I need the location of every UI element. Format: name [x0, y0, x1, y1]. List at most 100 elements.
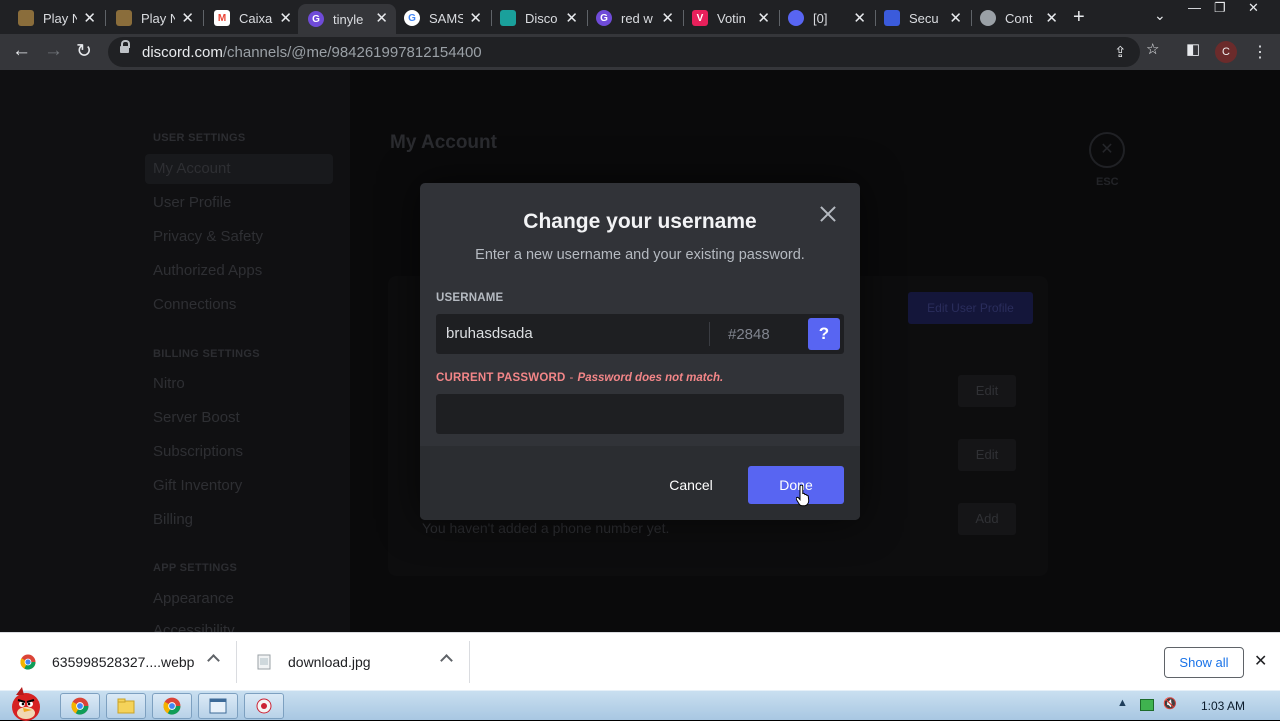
chrome-file-icon [20, 654, 36, 670]
taskbar-app-icon[interactable] [244, 693, 284, 719]
discriminator-text: #2848 [728, 326, 770, 343]
download-item[interactable]: 635998528327....webp [20, 633, 194, 691]
browser-tab[interactable]: Cont ✕ [970, 4, 1066, 32]
download-item[interactable]: download.jpg [256, 633, 371, 691]
chevron-up-icon[interactable] [208, 653, 218, 663]
sidebar-item-my-account[interactable]: My Account [145, 154, 333, 184]
username-field[interactable]: bruhasdsada #2848 ? [436, 314, 844, 354]
angry-bird-start-icon[interactable] [2, 685, 50, 721]
sidebar-item-user-profile[interactable]: User Profile [153, 194, 231, 211]
tab-close-icon[interactable]: ✕ [565, 9, 578, 27]
settings-sidebar: USER SETTINGS My Account User Profile Pr… [0, 70, 350, 632]
browser-tab[interactable]: [0] ✕ [778, 4, 874, 32]
tray-expand-icon[interactable]: ▲ [1117, 697, 1128, 709]
minimize-icon[interactable]: — [1188, 0, 1201, 20]
browser-tab[interactable]: M Caixa ✕ [204, 4, 300, 32]
browser-toolbar: ← → ↻ discord.com/channels/@me/984261997… [0, 34, 1280, 70]
browser-tab[interactable]: V Votin ✕ [682, 4, 778, 32]
change-username-modal: Change your username Enter a new usernam… [420, 183, 860, 520]
clock[interactable]: 1:03 AM [1201, 699, 1245, 713]
gmail-favicon-icon: M [214, 10, 230, 26]
cancel-button[interactable]: Cancel [660, 466, 722, 504]
tinylink-favicon-icon: G [308, 11, 324, 27]
gamepad-favicon-icon [18, 10, 34, 26]
browser-tab[interactable]: G red w ✕ [586, 4, 682, 32]
reload-icon[interactable]: ↻ [76, 40, 92, 63]
profile-avatar[interactable]: C [1215, 41, 1237, 63]
gamepad-favicon-icon [116, 10, 132, 26]
browser-tab[interactable]: Secu ✕ [874, 4, 970, 32]
browser-tab[interactable]: Disco ✕ [490, 4, 586, 32]
download-shelf: 635998528327....webp download.jpg Show a… [0, 632, 1280, 690]
image-file-icon [257, 654, 271, 670]
close-icon[interactable]: ✕ [1254, 651, 1267, 671]
username-input[interactable]: bruhasdsada [446, 325, 533, 342]
sidebar-item-subscriptions[interactable]: Subscriptions [153, 443, 243, 460]
new-tab-icon[interactable]: + [1073, 6, 1085, 29]
esc-label: ESC [1096, 176, 1119, 188]
edit-user-profile-button[interactable]: Edit User Profile [908, 292, 1033, 324]
share-icon[interactable]: ⇪ [1114, 43, 1127, 61]
browser-tab-active[interactable]: G tinyle ✕ [298, 4, 396, 34]
sidebar-item-gift-inventory[interactable]: Gift Inventory [153, 477, 242, 494]
modal-footer: Cancel Done [420, 446, 860, 520]
google-favicon-icon: G [404, 10, 420, 26]
taskbar-chrome-icon[interactable] [60, 693, 100, 719]
taskbar: ▲ 🔇 1:03 AM [0, 687, 1280, 721]
sidebar-item-server-boost[interactable]: Server Boost [153, 409, 240, 426]
forward-arrow-icon[interactable]: → [44, 40, 63, 62]
bookmark-star-icon[interactable]: ☆ [1146, 40, 1159, 58]
volume-muted-icon[interactable]: 🔇 [1163, 697, 1177, 710]
phone-note: You haven't added a phone number yet. [422, 520, 670, 536]
tab-close-icon[interactable]: ✕ [1045, 9, 1058, 27]
browser-menu-icon[interactable]: ⋮ [1252, 42, 1268, 62]
tab-close-icon[interactable]: ✕ [181, 9, 194, 27]
password-label: CURRENT PASSWORD - Password does not match… [436, 372, 724, 384]
voting-favicon-icon: V [692, 10, 708, 26]
tab-close-icon[interactable]: ✕ [949, 9, 962, 27]
sidebar-item-billing[interactable]: Billing [153, 511, 193, 528]
taskbar-chrome-profile-icon[interactable] [152, 693, 192, 719]
side-panel-icon[interactable]: ◧ [1186, 40, 1200, 58]
sidebar-item-appearance[interactable]: Appearance [153, 590, 234, 607]
sidebar-item-nitro[interactable]: Nitro [153, 375, 185, 392]
browser-tab-strip: Play N ✕ Play N ✕ M Caixa ✕ G tinyle ✕ G… [0, 0, 1280, 34]
download-filename: 635998528327....webp [52, 654, 195, 670]
network-icon[interactable] [1140, 699, 1154, 711]
back-arrow-icon[interactable]: ← [12, 40, 31, 62]
tab-close-icon[interactable]: ✕ [83, 9, 96, 27]
close-icon[interactable] [817, 203, 839, 225]
taskbar-window-icon[interactable] [198, 693, 238, 719]
edit-button[interactable]: Edit [958, 439, 1016, 471]
password-error-text: Password does not match. [577, 372, 724, 384]
browser-tab[interactable]: Play N ✕ [8, 4, 104, 32]
taskbar-explorer-icon[interactable] [106, 693, 146, 719]
sidebar-item-authorized-apps[interactable]: Authorized Apps [153, 262, 262, 279]
window-close-icon[interactable]: ✕ [1248, 0, 1259, 20]
close-settings-icon[interactable]: ✕ [1089, 132, 1125, 168]
browser-tab[interactable]: Play N ✕ [106, 4, 202, 32]
tab-close-icon[interactable]: ✕ [469, 9, 482, 27]
url-text[interactable]: discord.com/channels/@me/984261997812154… [142, 44, 482, 61]
address-bar[interactable]: discord.com/channels/@me/984261997812154… [108, 37, 1140, 67]
show-all-button[interactable]: Show all [1164, 647, 1244, 678]
lock-icon[interactable] [120, 40, 130, 57]
tab-close-icon[interactable]: ✕ [279, 9, 292, 27]
tab-close-icon[interactable]: ✕ [661, 9, 674, 27]
browser-tab[interactable]: G SAMS ✕ [394, 4, 490, 32]
password-field[interactable] [436, 394, 844, 434]
sidebar-item-connections[interactable]: Connections [153, 296, 236, 313]
tab-close-icon[interactable]: ✕ [757, 9, 770, 27]
edit-button[interactable]: Edit [958, 375, 1016, 407]
chevron-up-icon[interactable] [441, 653, 451, 663]
tab-search-chevron-icon[interactable]: ⌄ [1154, 7, 1166, 24]
modal-title: Change your username [523, 210, 757, 233]
add-phone-button[interactable]: Add [958, 503, 1016, 535]
restore-icon[interactable]: ❐ [1214, 0, 1226, 20]
sidebar-item-privacy[interactable]: Privacy & Safety [153, 228, 263, 245]
sidebar-item-accessibility[interactable]: Accessibility [153, 622, 235, 632]
tab-close-icon[interactable]: ✕ [375, 9, 388, 27]
help-button[interactable]: ? [808, 318, 840, 350]
tab-close-icon[interactable]: ✕ [853, 9, 866, 27]
sidebar-header: USER SETTINGS [153, 132, 246, 144]
